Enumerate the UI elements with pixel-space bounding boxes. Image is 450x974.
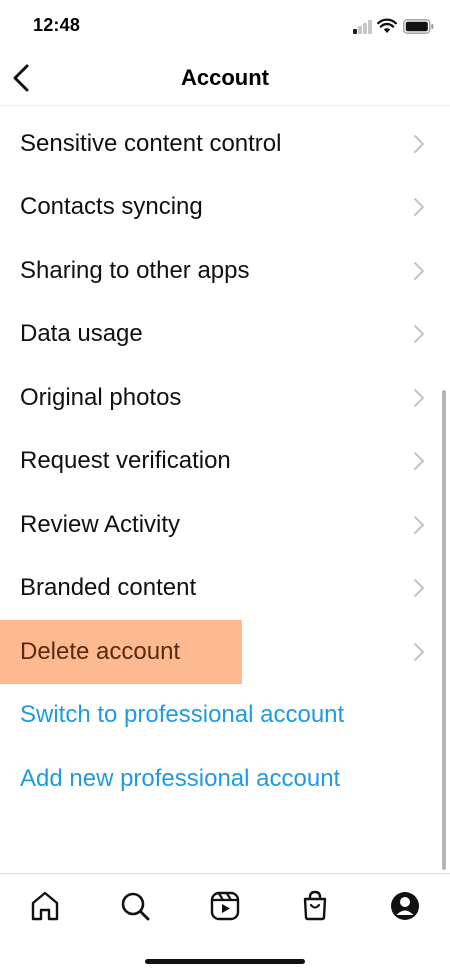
chevron-right-icon — [414, 325, 424, 344]
list-item-delete-account[interactable]: Delete account — [0, 620, 450, 684]
page-title: Account — [181, 65, 269, 90]
shop-icon[interactable] — [297, 888, 333, 924]
list-item-branded-content[interactable]: Branded content — [0, 557, 450, 621]
list-item-data-usage[interactable]: Data usage — [0, 303, 450, 367]
list-item-sensitive-content-control[interactable]: Sensitive content control — [0, 112, 450, 176]
scrollbar[interactable] — [442, 390, 446, 870]
list-item-sharing-to-other-apps[interactable]: Sharing to other apps — [0, 239, 450, 303]
list-item-original-photos[interactable]: Original photos — [0, 366, 450, 430]
list-item-label: Sharing to other apps — [20, 256, 250, 284]
chevron-right-icon — [414, 388, 424, 407]
list-item-label: Data usage — [20, 320, 143, 348]
list-item-label: Delete account — [20, 637, 181, 665]
signal-icon — [353, 20, 373, 34]
list-item-label: Contacts syncing — [20, 193, 203, 221]
list-item-label: Sensitive content control — [20, 129, 282, 157]
search-icon[interactable] — [117, 888, 153, 924]
list-item-label: Review Activity — [20, 510, 181, 538]
chevron-right-icon — [414, 642, 424, 661]
header: Account — [0, 52, 450, 106]
status-time: 12:48 — [33, 15, 81, 35]
status-bar: 12:48 — [0, 0, 450, 52]
chevron-right-icon — [414, 261, 424, 280]
battery-icon — [403, 19, 434, 34]
chevron-right-icon — [414, 452, 424, 471]
home-indicator — [145, 959, 305, 964]
list-item-label: Original photos — [20, 383, 182, 411]
chevron-right-icon — [414, 579, 424, 598]
list-item-label: Branded content — [20, 574, 197, 602]
reels-icon[interactable] — [207, 888, 243, 924]
list-item-request-verification[interactable]: Request verification — [0, 430, 450, 494]
link-label: Switch to professional account — [20, 701, 345, 729]
list-item-contacts-syncing[interactable]: Contacts syncing — [0, 176, 450, 240]
account-settings-list: Sensitive content control Contacts synci… — [0, 112, 450, 811]
profile-icon[interactable] — [387, 888, 423, 924]
chevron-right-icon — [414, 198, 424, 217]
add-professional-account-link[interactable]: Add new professional account — [0, 747, 450, 811]
home-icon[interactable] — [27, 888, 63, 924]
tab-bar — [0, 873, 450, 974]
wifi-icon — [377, 18, 397, 33]
list-item-review-activity[interactable]: Review Activity — [0, 493, 450, 557]
switch-to-professional-link[interactable]: Switch to professional account — [0, 684, 450, 748]
link-label: Add new professional account — [20, 764, 341, 792]
chevron-right-icon — [414, 515, 424, 534]
chevron-right-icon — [414, 134, 424, 153]
list-item-label: Request verification — [20, 447, 231, 475]
